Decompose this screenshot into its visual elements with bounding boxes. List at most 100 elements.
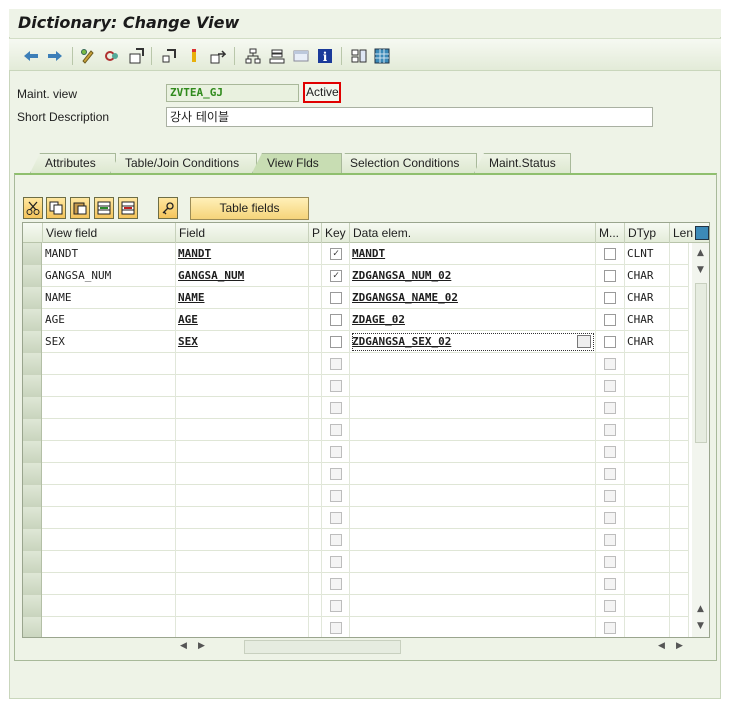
key-checkbox[interactable]	[330, 600, 342, 612]
row-selector[interactable]	[23, 243, 42, 265]
data-element-cell[interactable]	[350, 573, 596, 595]
field-link[interactable]: NAME	[178, 291, 205, 304]
field-cell[interactable]: GANGSA_NUM	[176, 265, 309, 287]
data-element-cell[interactable]	[350, 529, 596, 551]
mod-checkbox[interactable]	[604, 402, 616, 414]
view-field-cell[interactable]	[43, 419, 176, 441]
grid-icon[interactable]	[373, 47, 390, 64]
key-checkbox[interactable]	[330, 380, 342, 392]
mod-checkbox[interactable]	[604, 468, 616, 480]
column-settings-icon[interactable]	[695, 226, 709, 240]
data-element-cell[interactable]	[350, 595, 596, 617]
view-field-cell[interactable]: AGE	[43, 309, 176, 331]
tab-maint-status[interactable]: Maint.Status	[474, 153, 571, 173]
row-selector[interactable]	[23, 529, 42, 551]
row-selector[interactable]	[23, 375, 42, 397]
table-row[interactable]: AGE AGE ZDAGE_02 CHAR	[23, 309, 689, 331]
mod-checkbox[interactable]	[604, 556, 616, 568]
field-link[interactable]: SEX	[178, 335, 198, 348]
table-row[interactable]	[23, 375, 689, 397]
table-row[interactable]	[23, 551, 689, 573]
table-row[interactable]	[23, 595, 689, 617]
key-checkbox[interactable]	[330, 314, 342, 326]
copy-button[interactable]	[46, 197, 66, 219]
field-cell[interactable]: AGE	[176, 309, 309, 331]
field-cell[interactable]: MANDT	[176, 243, 309, 265]
row-selector[interactable]	[23, 485, 42, 507]
where-used-icon[interactable]	[127, 47, 144, 64]
column-header-p[interactable]: P	[309, 223, 322, 243]
mod-checkbox[interactable]	[604, 622, 616, 634]
horizontal-scroll-thumb[interactable]	[244, 640, 401, 654]
row-selector[interactable]	[23, 309, 42, 331]
row-selector[interactable]	[23, 331, 42, 353]
field-cell[interactable]	[176, 529, 309, 551]
row-selector[interactable]	[23, 551, 42, 573]
table-row[interactable]	[23, 463, 689, 485]
key-button[interactable]	[158, 197, 178, 219]
field-cell[interactable]	[176, 375, 309, 397]
data-element-cell[interactable]: MANDT	[350, 243, 596, 265]
data-element-link[interactable]: ZDGANGSA_NUM_02	[352, 269, 451, 282]
data-element-link[interactable]: ZDGANGSA_SEX_02	[352, 335, 451, 348]
tab-table-join-conditions[interactable]: Table/Join Conditions	[110, 153, 257, 173]
data-element-cell[interactable]: ZDAGE_02	[350, 309, 596, 331]
view-field-cell[interactable]	[43, 485, 176, 507]
field-cell[interactable]	[176, 397, 309, 419]
table-row[interactable]: NAME NAME ZDGANGSA_NAME_02 CHAR	[23, 287, 689, 309]
field-cell[interactable]	[176, 419, 309, 441]
row-selector[interactable]	[23, 287, 42, 309]
key-checkbox[interactable]	[330, 556, 342, 568]
data-element-cell[interactable]	[350, 507, 596, 529]
info-icon[interactable]: i	[316, 47, 333, 64]
table-row[interactable]	[23, 397, 689, 419]
data-element-cell[interactable]	[350, 551, 596, 573]
field-cell[interactable]	[176, 595, 309, 617]
view-field-cell[interactable]	[43, 529, 176, 551]
data-element-cell[interactable]	[350, 419, 596, 441]
mod-checkbox[interactable]	[604, 490, 616, 502]
other-object-icon[interactable]	[209, 47, 226, 64]
view-field-cell[interactable]: SEX	[43, 331, 176, 353]
screen-icon[interactable]	[292, 47, 309, 64]
key-checkbox[interactable]	[330, 402, 342, 414]
scroll-down-icon[interactable]: ▼	[697, 621, 704, 631]
data-element-cell[interactable]	[350, 441, 596, 463]
data-element-cell[interactable]	[350, 353, 596, 375]
table-row[interactable]	[23, 485, 689, 507]
row-selector[interactable]	[23, 353, 42, 375]
stack-icon[interactable]	[268, 47, 285, 64]
key-checkbox[interactable]	[330, 534, 342, 546]
mod-checkbox[interactable]	[604, 534, 616, 546]
view-field-cell[interactable]	[43, 441, 176, 463]
view-field-cell[interactable]	[43, 463, 176, 485]
navigate-icon[interactable]	[185, 47, 202, 64]
field-cell[interactable]	[176, 617, 309, 637]
key-checkbox[interactable]: ✓	[330, 270, 342, 282]
table-row[interactable]: SEX SEX ZDGANGSA_SEX_02 CHAR	[23, 331, 689, 353]
hierarchy-icon[interactable]	[244, 47, 261, 64]
object-list-icon[interactable]	[160, 47, 177, 64]
row-selector[interactable]	[23, 463, 42, 485]
key-checkbox[interactable]	[330, 578, 342, 590]
view-field-cell[interactable]: MANDT	[43, 243, 176, 265]
data-element-cell[interactable]: ZDGANGSA_NAME_02	[350, 287, 596, 309]
data-element-link[interactable]: MANDT	[352, 247, 385, 260]
data-element-link[interactable]: ZDAGE_02	[352, 313, 405, 326]
key-checkbox[interactable]	[330, 424, 342, 436]
row-selector[interactable]	[23, 419, 42, 441]
view-field-cell[interactable]	[43, 595, 176, 617]
table-row[interactable]	[23, 353, 689, 375]
row-selector[interactable]	[23, 441, 42, 463]
back-arrow-icon[interactable]	[22, 47, 39, 64]
mod-checkbox[interactable]	[604, 270, 616, 282]
key-checkbox[interactable]	[330, 512, 342, 524]
table-row[interactable]	[23, 507, 689, 529]
mod-checkbox[interactable]	[604, 248, 616, 260]
display-change-icon[interactable]	[79, 47, 96, 64]
view-field-cell[interactable]	[43, 353, 176, 375]
row-selector[interactable]	[23, 397, 42, 419]
select-all-cell[interactable]	[23, 223, 43, 243]
table-row[interactable]: MANDT MANDT ✓ MANDT CLNT	[23, 243, 689, 265]
cut-button[interactable]	[23, 197, 43, 219]
